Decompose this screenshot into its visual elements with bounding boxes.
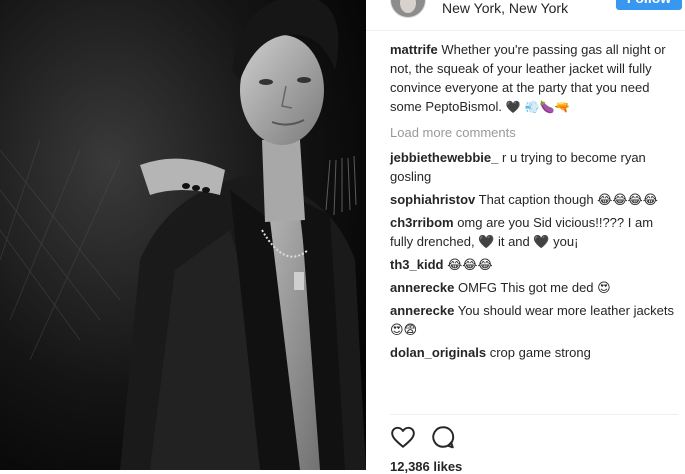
comment-username[interactable]: jebbiethewebbie_ [390, 150, 498, 165]
comment-item: sophiahristov That caption though 😂😂😂😂 [390, 190, 678, 209]
post-photo[interactable] [0, 0, 366, 470]
follow-button[interactable]: Follow [616, 0, 682, 10]
comment-item: ch3rribom omg are you Sid vicious!!??? I… [390, 213, 678, 251]
comment-username[interactable]: th3_kidd [390, 257, 443, 272]
heart-icon[interactable] [390, 424, 416, 450]
comment-bubble-icon[interactable] [430, 424, 456, 450]
comments-list: mattrife Whether you're passing gas all … [390, 40, 678, 366]
comment-text: crop game strong [489, 345, 591, 360]
load-more-comments[interactable]: Load more comments [390, 123, 678, 142]
likes-count[interactable]: 12,386 likes [390, 459, 462, 474]
comment-item: jebbiethewebbie_ r u trying to become ry… [390, 148, 678, 186]
comment-username[interactable]: annerecke [390, 303, 454, 318]
photo-graphic [0, 0, 366, 470]
post-sidebar: New York, New York Follow mattrife Wheth… [366, 0, 685, 474]
caption-emoji: 🖤 💨🍆🔫 [502, 100, 570, 114]
post-header: New York, New York Follow [366, 0, 685, 31]
comment-item: annerecke OMFG This got me ded 😍 [390, 278, 678, 297]
comment-username[interactable]: ch3rribom [390, 215, 454, 230]
comment-text: That caption though 😂😂😂😂 [478, 192, 658, 207]
comment-item: th3_kidd 😂😂😂 [390, 255, 678, 274]
comment-username[interactable]: dolan_originals [390, 345, 486, 360]
comment-text: OMFG This got me ded 😍 [457, 280, 611, 295]
comment-item: annerecke You should wear more leather j… [390, 301, 678, 339]
comment-username[interactable]: annerecke [390, 280, 454, 295]
comment-username[interactable]: sophiahristov [390, 192, 475, 207]
avatar[interactable] [390, 0, 426, 18]
location-link[interactable]: New York, New York [442, 0, 568, 16]
caption: mattrife Whether you're passing gas all … [390, 40, 678, 117]
comment-text: 😂😂😂 [447, 257, 493, 272]
caption-username[interactable]: mattrife [390, 42, 438, 57]
actions-divider [390, 414, 678, 415]
comment-item: dolan_originals crop game strong [390, 343, 678, 362]
